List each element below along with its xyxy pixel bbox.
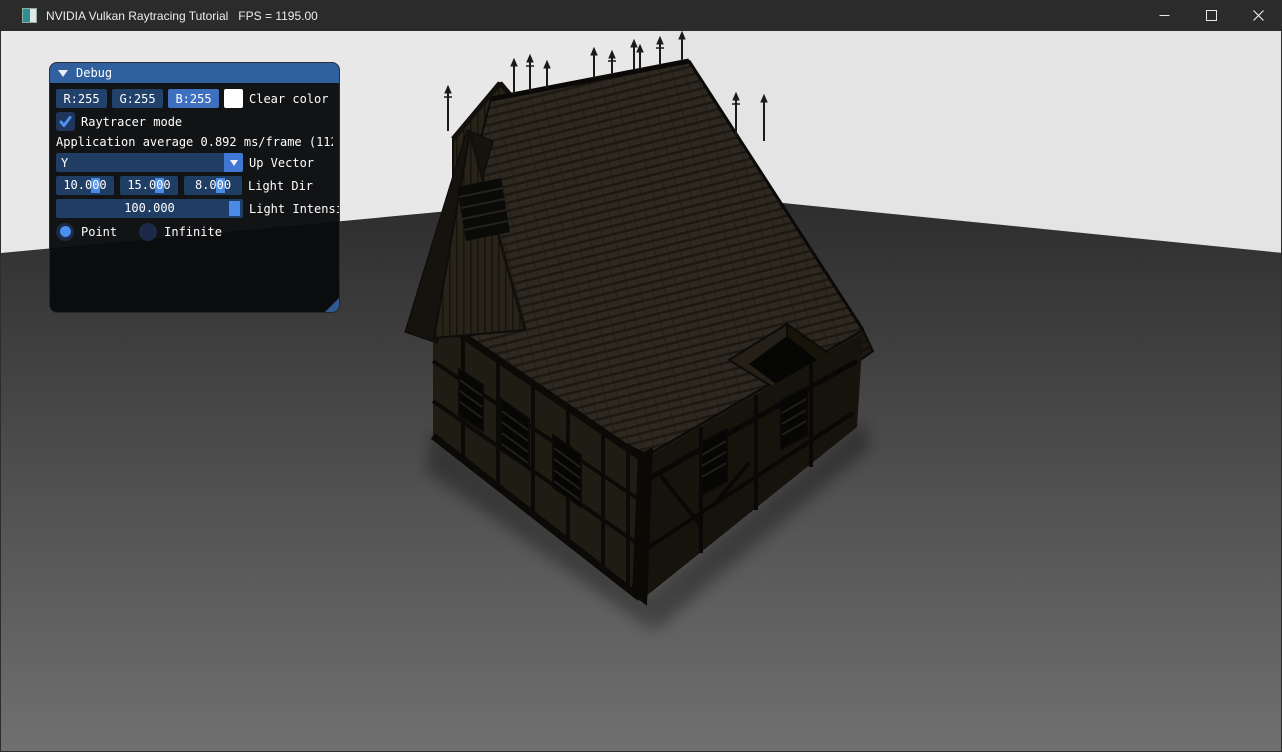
light-dir-row: 10.000 15.000 8.000 Light Dir (56, 176, 333, 195)
stats-row: Application average 0.892 ms/frame (1120 (56, 135, 333, 149)
raytracer-mode-row: Raytracer mode (56, 112, 333, 131)
infinite-light-label: Infinite (164, 225, 222, 239)
red-value-label: R:255 (63, 92, 99, 106)
raytracer-mode-checkbox[interactable] (56, 112, 75, 131)
blue-value-label: B:255 (175, 92, 211, 106)
point-light-radio[interactable] (56, 223, 74, 241)
collapse-arrow-icon[interactable] (58, 70, 68, 77)
infinite-light-radio[interactable] (139, 223, 157, 241)
red-value-button[interactable]: R:255 (56, 89, 107, 108)
light-dir-label: Light Dir (248, 179, 313, 193)
checkmark-icon (59, 115, 72, 128)
green-value-button[interactable]: G:255 (112, 89, 163, 108)
light-dir-z-value: 8.000 (195, 178, 231, 192)
minimize-icon (1159, 10, 1170, 21)
maximize-icon (1206, 10, 1217, 21)
up-vector-label: Up Vector (249, 156, 314, 170)
up-vector-row: Y Up Vector (56, 153, 333, 172)
light-type-row: Point Infinite (56, 222, 333, 241)
light-dir-x-field[interactable]: 10.000 (56, 176, 114, 195)
light-dir-x-value: 10.000 (63, 178, 106, 192)
light-dir-y-value: 15.000 (127, 178, 170, 192)
debug-panel[interactable]: Debug R:255 G:255 B:255 Clear color Rayt… (49, 62, 340, 313)
clear-color-label: Clear color (249, 92, 328, 106)
combo-arrow-button[interactable] (224, 153, 243, 172)
chevron-down-icon (230, 160, 238, 166)
light-intensity-value: 100.000 (124, 201, 175, 215)
maximize-button[interactable] (1188, 0, 1235, 31)
light-intensity-slider[interactable]: 100.000 (56, 199, 243, 218)
clear-color-row: R:255 G:255 B:255 Clear color (56, 89, 333, 108)
point-light-label: Point (81, 225, 117, 239)
light-dir-y-field[interactable]: 15.000 (120, 176, 178, 195)
slider-grab[interactable] (229, 201, 240, 216)
light-dir-z-field[interactable]: 8.000 (184, 176, 242, 195)
green-value-label: G:255 (119, 92, 155, 106)
blue-value-button[interactable]: B:255 (168, 89, 219, 108)
window-controls (1141, 0, 1282, 31)
app-window: NVIDIA Vulkan Raytracing Tutorial FPS = … (0, 0, 1282, 752)
close-button[interactable] (1235, 0, 1282, 31)
clear-color-swatch[interactable] (224, 89, 243, 108)
up-vector-combo[interactable]: Y (56, 153, 243, 172)
debug-panel-body: R:255 G:255 B:255 Clear color Raytracer … (50, 83, 339, 251)
raytracer-mode-label: Raytracer mode (81, 115, 182, 129)
close-icon (1253, 10, 1264, 21)
app-icon (22, 8, 37, 23)
resize-grip[interactable] (325, 298, 339, 312)
light-intensity-label: Light Intensity (249, 202, 340, 216)
minimize-button[interactable] (1141, 0, 1188, 31)
light-intensity-row: 100.000 Light Intensity (56, 199, 333, 218)
titlebar[interactable]: NVIDIA Vulkan Raytracing Tutorial FPS = … (0, 0, 1282, 31)
debug-panel-titlebar[interactable]: Debug (50, 63, 339, 83)
window-title: NVIDIA Vulkan Raytracing Tutorial FPS = … (46, 9, 318, 23)
up-vector-value: Y (61, 156, 68, 170)
debug-panel-title: Debug (76, 66, 112, 80)
frame-stats-text: Application average 0.892 ms/frame (1120 (56, 135, 333, 149)
